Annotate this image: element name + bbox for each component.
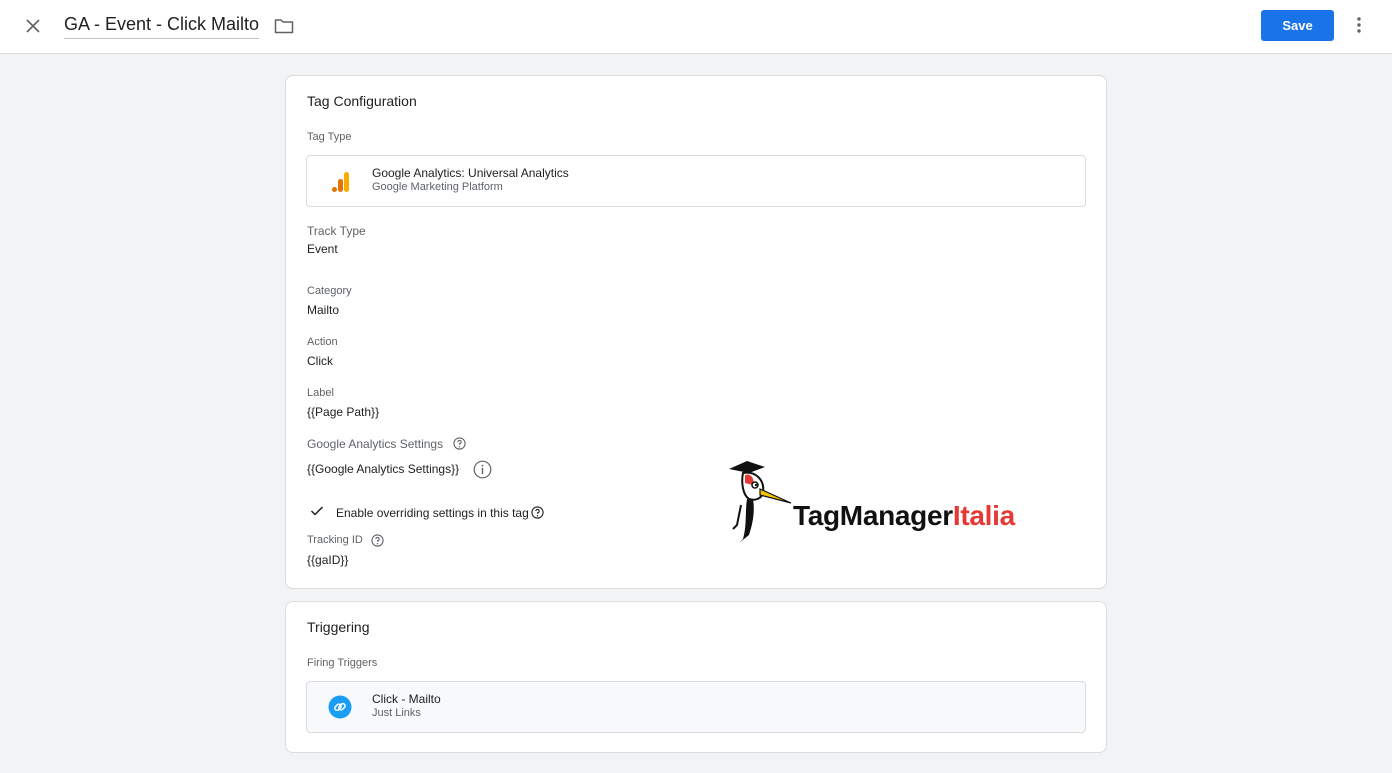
- more-options-button[interactable]: [1347, 13, 1371, 37]
- checkmark-icon: [310, 506, 324, 516]
- link-trigger-icon: [328, 695, 352, 719]
- card-title: Triggering: [307, 619, 370, 635]
- folder-icon: [274, 19, 294, 34]
- help-icon[interactable]: [371, 534, 384, 547]
- action-value: Click: [307, 354, 333, 368]
- top-bar: GA - Event - Click Mailto Save: [0, 0, 1392, 54]
- action-label: Action: [307, 336, 338, 348]
- woodpecker-mascot-icon: [729, 461, 792, 543]
- tracking-id-value: {{gaID}}: [307, 553, 349, 567]
- triggering-card[interactable]: Triggering Firing Triggers Click - Mailt…: [285, 601, 1107, 753]
- label-value: {{Page Path}}: [307, 405, 380, 419]
- help-icon[interactable]: [531, 506, 544, 519]
- close-icon: [26, 19, 40, 33]
- label-label: Label: [307, 387, 334, 399]
- override-label: Enable overriding settings in this tag: [336, 506, 529, 520]
- info-icon[interactable]: [473, 460, 492, 479]
- card-title: Tag Configuration: [307, 93, 417, 109]
- folder-button[interactable]: [272, 15, 296, 37]
- track-type-value: Event: [307, 242, 338, 256]
- logo-text: TagManagerItalia: [793, 500, 1015, 532]
- close-button[interactable]: [20, 13, 46, 39]
- ga-settings-label: Google Analytics Settings: [307, 437, 444, 451]
- google-analytics-icon: [332, 172, 349, 192]
- override-checkbox[interactable]: [310, 505, 324, 517]
- tag-type-label: Tag Type: [307, 131, 352, 143]
- tracking-id-label: Tracking ID: [307, 534, 363, 546]
- firing-triggers-label: Firing Triggers: [307, 657, 378, 669]
- tag-type-name: Google Analytics: Universal Analytics: [372, 166, 569, 180]
- more-vert-icon: [1357, 17, 1361, 33]
- logo-text-red: Italia: [952, 500, 1015, 531]
- tag-type-vendor: Google Marketing Platform: [372, 181, 503, 193]
- ga-settings-value: {{Google Analytics Settings}}: [307, 462, 460, 476]
- save-button[interactable]: Save: [1261, 10, 1334, 41]
- track-type-label: Track Type: [307, 224, 366, 238]
- trigger-item[interactable]: Click - Mailto Just Links: [306, 681, 1086, 733]
- tag-type-selector[interactable]: Google Analytics: Universal Analytics Go…: [306, 155, 1086, 207]
- help-icon[interactable]: [453, 437, 466, 450]
- tag-name-input[interactable]: GA - Event - Click Mailto: [64, 14, 260, 39]
- trigger-type: Just Links: [372, 707, 421, 719]
- logo-text-dark: TagManager: [793, 500, 953, 531]
- tagmanageritalia-logo: TagManagerItalia: [727, 455, 1067, 545]
- category-value: Mailto: [307, 303, 340, 317]
- trigger-name: Click - Mailto: [372, 692, 441, 706]
- category-label: Category: [307, 285, 352, 297]
